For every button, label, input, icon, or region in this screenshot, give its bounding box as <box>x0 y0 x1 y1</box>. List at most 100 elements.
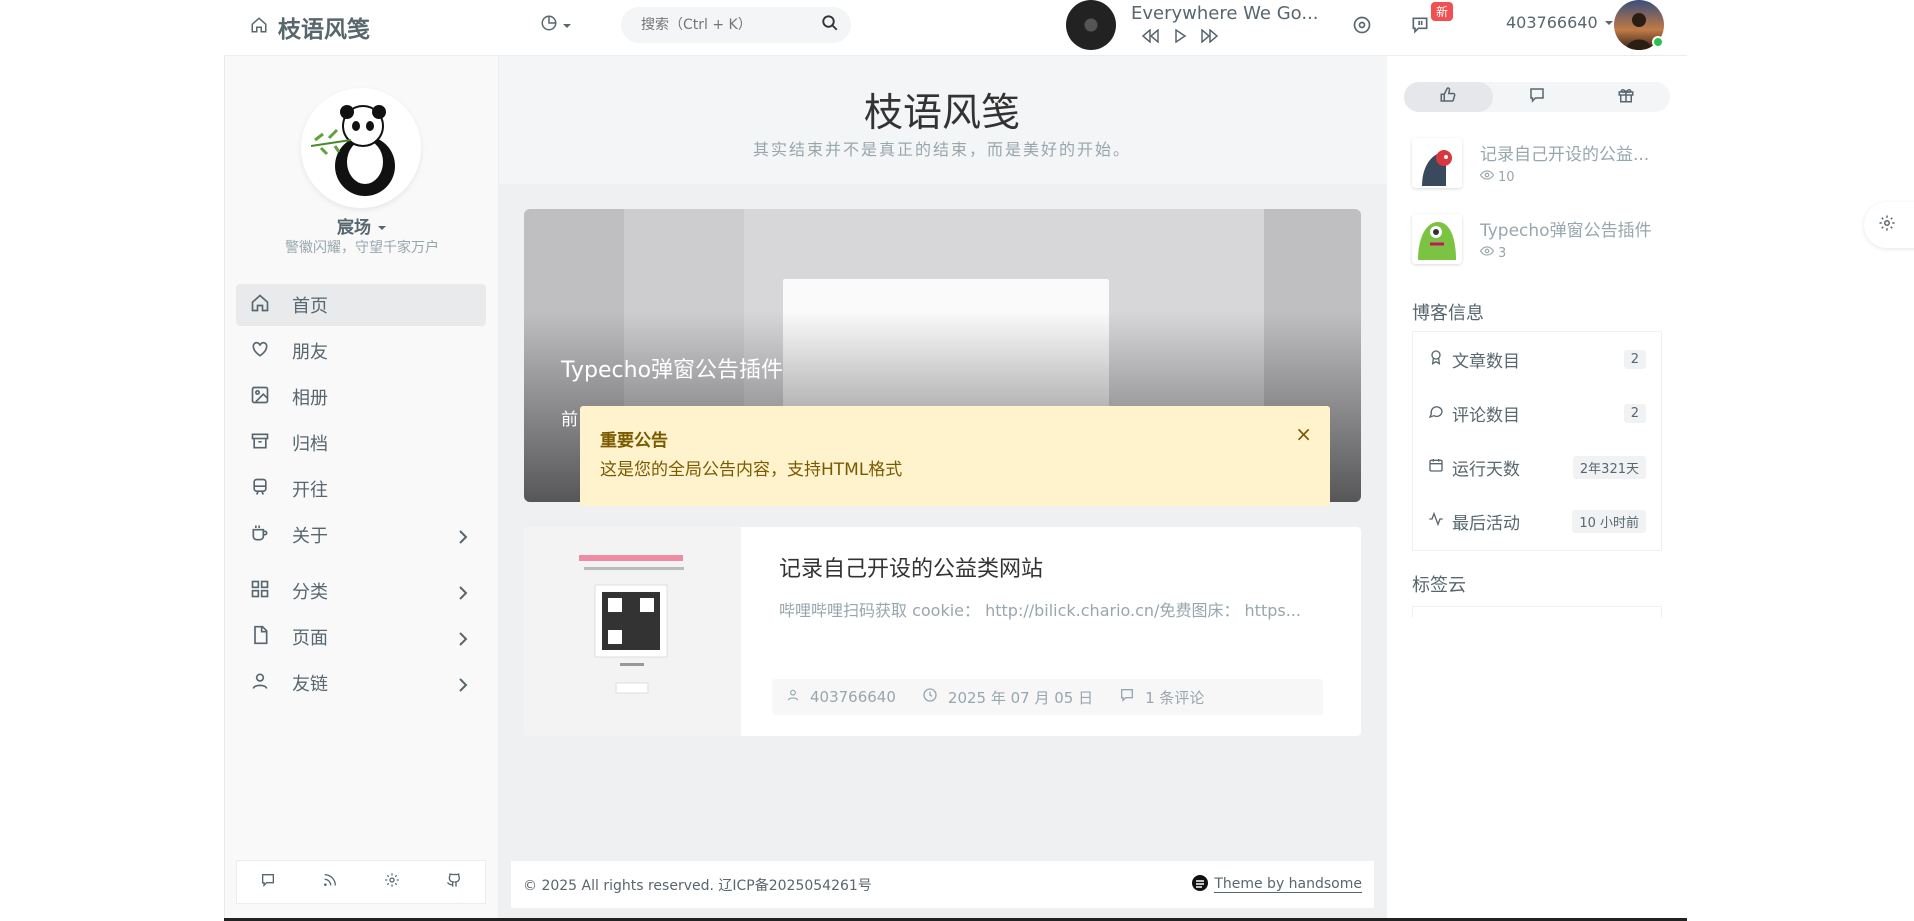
notification-icon[interactable] <box>1410 15 1430 39</box>
info-label: 最后活动 <box>1452 513 1520 534</box>
next-icon[interactable] <box>1201 28 1219 47</box>
search-input[interactable] <box>641 17 811 33</box>
hot-post-views: 3 <box>1479 244 1506 262</box>
gear-icon[interactable] <box>384 872 400 892</box>
global-notice: 重要公告 这是您的全局公告内容，支持HTML格式 × <box>580 406 1330 506</box>
info-row: 文章数目 2 <box>1413 332 1661 386</box>
hot-post-item[interactable]: Typecho弹窗公告插件 3 <box>1412 214 1672 264</box>
brand-title: 枝语风笺 <box>278 17 370 43</box>
hot-post-thumbnail[interactable] <box>1412 214 1462 264</box>
eye-icon <box>1479 168 1495 186</box>
post-author[interactable]: 403766640 <box>810 688 896 706</box>
comment-icon <box>1428 403 1444 424</box>
info-value: 10 小时前 <box>1572 509 1646 533</box>
search-box[interactable] <box>621 7 851 43</box>
profile-nickname[interactable]: 宸场 <box>225 213 499 238</box>
nav-item-home[interactable]: 首页 <box>236 284 486 326</box>
post-comments[interactable]: 1 条评论 <box>1145 687 1204 708</box>
hot-post-thumbnail[interactable] <box>1412 138 1462 188</box>
previous-icon[interactable] <box>1141 28 1159 47</box>
blog-info-heading: 博客信息 <box>1412 303 1484 324</box>
theme-logo-icon <box>1192 874 1209 895</box>
play-icon[interactable] <box>1173 28 1187 47</box>
tab-comments[interactable] <box>1493 82 1582 112</box>
post-meta: 403766640 2025 年 07 月 05 日 1 条评论 <box>772 679 1323 715</box>
hot-post-title[interactable]: 记录自己开设的公益... <box>1480 140 1670 165</box>
main-content: Typecho弹窗公告插件 前 重要公告 这是您的全局公告内容，支持HTML格式… <box>499 184 1387 921</box>
hot-post-item[interactable]: 记录自己开设的公益... 10 <box>1412 138 1672 188</box>
tab-popular[interactable] <box>1404 82 1493 112</box>
nickname-text: 宸场 <box>337 218 372 238</box>
gift-icon <box>1617 86 1635 108</box>
notice-body: 这是您的全局公告内容，支持HTML格式 <box>600 460 903 480</box>
post-card[interactable]: 记录自己开设的公益类网站 哔哩哔哩扫码获取 cookie： http://bil… <box>524 527 1361 736</box>
heart-icon <box>250 339 270 364</box>
notification-badge: 新 <box>1431 2 1454 21</box>
top-bar: 枝语风笺 Everywhere We Go... 新 403 <box>224 0 1687 56</box>
comment-icon <box>1119 687 1135 707</box>
hot-post-title[interactable]: Typecho弹窗公告插件 <box>1480 216 1670 241</box>
post-thumbnail[interactable] <box>524 527 741 736</box>
views-count: 10 <box>1498 169 1515 185</box>
site-subtitle: 其实结束并不是真正的结束，而是美好的开始。 <box>752 140 1131 159</box>
nav-item-travel[interactable]: 开往 <box>236 468 486 510</box>
nav-item-friends[interactable]: 朋友 <box>236 330 486 372</box>
train-icon <box>250 477 270 502</box>
banner-title[interactable]: Typecho弹窗公告插件 <box>561 352 783 384</box>
song-title: Everywhere We Go... <box>1131 3 1319 24</box>
tab-gift[interactable] <box>1581 82 1670 112</box>
main-nav: 首页 朋友 相册 归档 开往 关于 分类 页面 友链 <box>236 284 486 708</box>
message-icon <box>1528 86 1546 108</box>
post-title[interactable]: 记录自己开设的公益类网站 <box>779 551 1043 583</box>
notice-close-button[interactable]: × <box>1295 422 1312 446</box>
tag-cloud-heading: 标签云 <box>1412 575 1466 596</box>
home-icon <box>250 16 268 38</box>
nav-item-category[interactable]: 分类 <box>236 570 486 612</box>
caret-down-icon <box>377 218 387 238</box>
nav-item-album[interactable]: 相册 <box>236 376 486 418</box>
copyright-text[interactable]: © 2025 All rights reserved. 辽ICP备2025054… <box>523 875 872 895</box>
nav-label: 分类 <box>292 582 328 603</box>
theme-credit[interactable]: Theme by handsome <box>1192 874 1362 895</box>
nav-item-pages[interactable]: 页面 <box>236 616 486 658</box>
chevron-right-icon <box>458 528 468 549</box>
nav-item-links[interactable]: 友链 <box>236 662 486 704</box>
award-icon <box>1428 349 1444 370</box>
nav-item-about[interactable]: 关于 <box>236 514 486 556</box>
hot-post-views: 10 <box>1479 168 1515 186</box>
pie-chart-icon <box>540 14 558 36</box>
profile-avatar[interactable] <box>301 88 421 208</box>
info-label: 运行天数 <box>1452 459 1520 480</box>
stats-dropdown[interactable] <box>540 14 572 36</box>
github-icon[interactable] <box>446 872 462 892</box>
right-sidebar: 记录自己开设的公益... 10 Typecho弹窗公告插件 3 博客信息 文章数… <box>1387 56 1687 921</box>
image-icon <box>250 385 270 410</box>
info-value: 2 <box>1623 403 1646 423</box>
nav-item-archive[interactable]: 归档 <box>236 422 486 464</box>
theme-credit-link[interactable]: Theme by handsome <box>1214 876 1362 893</box>
message-icon[interactable] <box>260 872 276 892</box>
banner-excerpt: 前 <box>561 410 578 430</box>
nav-label: 朋友 <box>292 342 328 363</box>
target-icon[interactable] <box>1352 15 1372 39</box>
file-icon <box>250 625 270 650</box>
user-dropdown[interactable]: 403766640 <box>1506 13 1614 32</box>
info-row: 最后活动 10 小时前 <box>1413 494 1661 548</box>
blog-info-list: 文章数目 2 评论数目 2 运行天数 2年321天 最后活动 10 小时前 <box>1412 331 1662 551</box>
nav-label: 首页 <box>292 296 328 317</box>
aside-footer <box>236 860 486 904</box>
album-cover[interactable] <box>1066 0 1116 50</box>
home-icon <box>250 293 270 318</box>
chevron-right-icon <box>458 630 468 651</box>
nav-label: 页面 <box>292 628 328 649</box>
online-status-dot <box>1652 36 1664 48</box>
brand[interactable]: 枝语风笺 <box>250 10 370 44</box>
info-row: 评论数目 2 <box>1413 386 1661 440</box>
rss-icon[interactable] <box>322 872 338 892</box>
thumbs-up-icon <box>1439 86 1457 108</box>
search-icon[interactable] <box>821 14 839 36</box>
settings-panel-toggle[interactable] <box>1864 202 1914 248</box>
site-title: 枝语风笺 <box>863 91 1020 136</box>
music-player: Everywhere We Go... <box>1066 0 1319 50</box>
profile-motto: 警徽闪耀，守望千家万户 <box>285 240 439 256</box>
